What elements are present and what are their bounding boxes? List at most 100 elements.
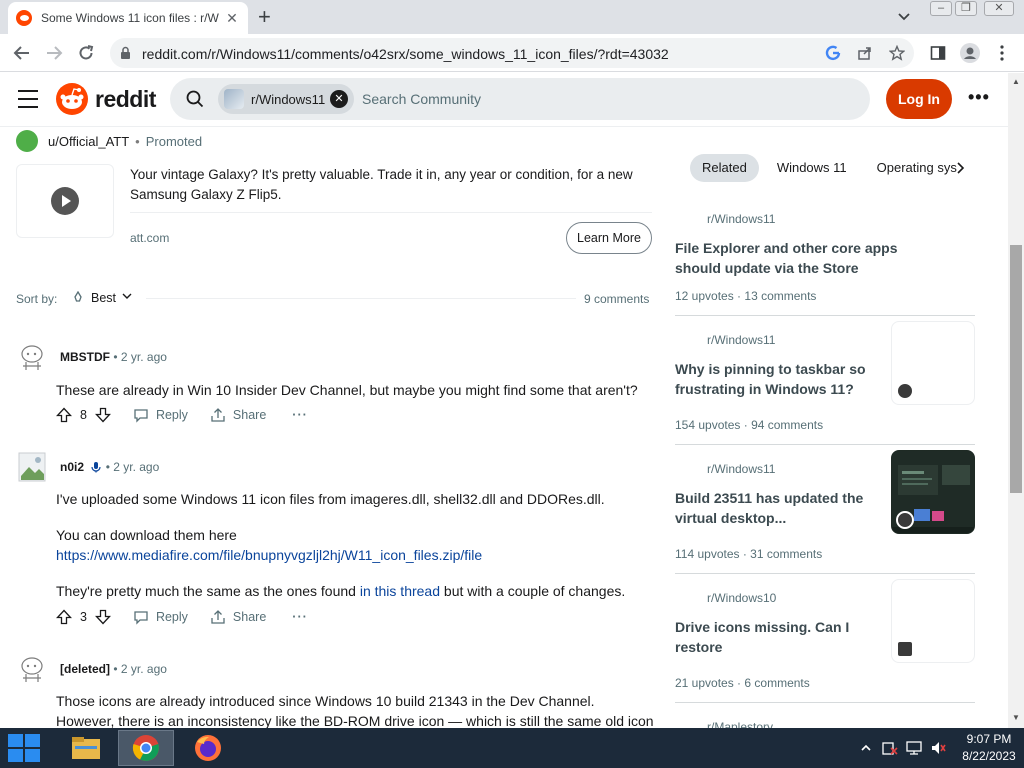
chrome-menu-icon[interactable] [990, 41, 1014, 65]
back-arrow-icon[interactable] [10, 41, 34, 65]
scroll-down-icon[interactable]: ▼ [1012, 713, 1020, 722]
ad-domain[interactable]: att.com [130, 231, 169, 245]
learn-more-button[interactable]: Learn More [566, 222, 652, 254]
comment-avatar-icon[interactable] [18, 452, 46, 482]
browser-tab[interactable]: Some Windows 11 icon files : r/W ✕ [8, 2, 248, 34]
forward-arrow-icon[interactable] [42, 41, 66, 65]
reply-button[interactable]: Reply [133, 609, 188, 625]
page-scrollbar[interactable]: ▲ ▼ [1008, 73, 1024, 729]
network-icon[interactable] [906, 740, 922, 756]
volume-muted-icon[interactable] [930, 740, 946, 756]
comment-timestamp[interactable]: 2 yr. ago [121, 662, 167, 676]
scroll-up-icon[interactable]: ▲ [1012, 77, 1020, 86]
more-options-icon[interactable]: ••• [968, 87, 990, 108]
search-input[interactable]: Search Community [362, 91, 481, 107]
related-post[interactable]: r/Windows11 Build 23511 has updated the … [675, 450, 975, 574]
comment-avatar-snoo-icon[interactable] [18, 342, 46, 372]
close-tab-icon[interactable]: ✕ [224, 10, 240, 27]
side-panel-icon[interactable] [926, 41, 950, 65]
minimize-window-icon[interactable]: – [930, 1, 952, 16]
file-explorer-icon[interactable] [58, 730, 114, 766]
related-post[interactable]: r/Windows11 Why is pinning to taskbar so… [675, 321, 975, 445]
comment-more-icon[interactable]: ··· [292, 610, 308, 624]
mediafire-link[interactable]: https://www.mediafire.com/file/bnupnyvgz… [56, 547, 482, 563]
related-post-thumbnail[interactable] [891, 321, 975, 405]
comment-timestamp[interactable]: 2 yr. ago [113, 460, 159, 474]
profile-icon[interactable] [958, 41, 982, 65]
comment-more-icon[interactable]: ··· [292, 408, 308, 422]
promoted-header: u/Official_ATT • Promoted [16, 130, 202, 152]
related-post[interactable]: r/Maplestory [675, 720, 975, 728]
share-button[interactable]: Share [210, 407, 266, 423]
related-subreddit[interactable]: r/Windows10 [707, 591, 776, 605]
related-post[interactable]: r/Windows11 File Explorer and other core… [675, 212, 975, 316]
comment-timestamp[interactable]: 2 yr. ago [121, 350, 167, 364]
comment-author[interactable]: n0i2 [60, 460, 84, 474]
share-icon[interactable] [856, 44, 874, 62]
advertiser-avatar[interactable] [16, 130, 38, 152]
ad-video-thumbnail[interactable] [16, 164, 114, 238]
related-subreddit[interactable]: r/Windows11 [707, 462, 775, 476]
related-post-title[interactable]: File Explorer and other core apps should… [675, 238, 945, 278]
comment-body-p1: I've uploaded some Windows 11 icon files… [56, 491, 605, 507]
related-subreddit[interactable]: r/Windows11 [707, 212, 775, 226]
chrome-taskbar-icon[interactable] [118, 730, 174, 766]
related-post-title[interactable]: Build 23511 has updated the virtual desk… [675, 488, 875, 528]
share-button[interactable]: Share [210, 609, 266, 625]
browser-toolbar: reddit.com/r/Windows11/comments/o42srx/s… [0, 34, 1024, 72]
url-text[interactable]: reddit.com/r/Windows11/comments/o42srx/s… [142, 46, 669, 62]
new-tab-button[interactable]: + [258, 6, 271, 28]
close-window-icon[interactable]: ✕ [984, 1, 1014, 16]
tab-search-chevron-icon[interactable] [896, 8, 912, 24]
taskbar-clock[interactable]: 9:07 PM 8/22/2023 [956, 731, 1022, 765]
firefox-icon[interactable] [180, 730, 236, 766]
reply-icon [134, 611, 148, 625]
hamburger-menu-icon[interactable] [18, 90, 38, 108]
restore-window-icon[interactable]: ❐ [955, 1, 977, 16]
related-post-title[interactable]: Drive icons missing. Can I restore [675, 617, 875, 657]
related-post[interactable]: r/Windows10 Drive icons missing. Can I r… [675, 579, 975, 703]
chevron-right-icon[interactable] [954, 158, 968, 178]
comment-actions: 3 Reply Share ··· [56, 607, 308, 627]
image-badge-icon [896, 640, 914, 658]
lock-icon[interactable] [120, 46, 131, 59]
tab-related[interactable]: Related [690, 154, 759, 182]
sort-select[interactable]: Best [91, 291, 116, 305]
community-filter-chip[interactable]: r/Windows11 ✕ [218, 84, 354, 114]
separator-dot: • [135, 133, 140, 149]
comment-meta: n0i2 • 2 yr. ago [60, 460, 159, 474]
related-post-stats: 12 upvotes · 13 comments [675, 289, 817, 303]
comment-avatar-snoo-icon[interactable] [18, 654, 46, 684]
advertiser-name[interactable]: u/Official_ATT [48, 134, 129, 149]
reload-icon[interactable] [74, 41, 98, 65]
downvote-icon[interactable] [94, 609, 111, 625]
comment-author[interactable]: MBSTDF [60, 350, 110, 364]
upvote-icon[interactable] [56, 407, 72, 423]
related-subreddit[interactable]: r/Windows11 [707, 333, 775, 347]
related-post-thumbnail[interactable] [891, 579, 975, 663]
downvote-icon[interactable] [94, 407, 111, 423]
windows-start-icon[interactable] [6, 732, 42, 764]
upvote-icon[interactable] [56, 609, 72, 625]
thread-link[interactable]: in this thread [360, 583, 440, 599]
related-subreddit[interactable]: r/Maplestory [707, 720, 773, 728]
google-lens-icon[interactable] [824, 44, 842, 62]
login-button[interactable]: Log In [886, 79, 952, 119]
related-post-thumbnail[interactable] [891, 450, 975, 534]
reply-button[interactable]: Reply [133, 407, 188, 423]
clear-community-icon[interactable]: ✕ [330, 90, 348, 108]
reddit-wordmark[interactable]: reddit [95, 86, 156, 113]
tray-app-icon[interactable] [882, 740, 898, 756]
reddit-logo-icon[interactable] [56, 83, 88, 115]
bookmark-star-icon[interactable] [888, 44, 906, 62]
related-post-title[interactable]: Why is pinning to taskbar so frustrating… [675, 359, 875, 399]
address-bar[interactable]: reddit.com/r/Windows11/comments/o42srx/s… [110, 38, 914, 68]
tab-windows-11[interactable]: Windows 11 [765, 154, 859, 182]
search-bar[interactable]: r/Windows11 ✕ Search Community [170, 78, 870, 120]
chevron-down-icon[interactable] [122, 291, 132, 301]
scrollbar-thumb[interactable] [1010, 245, 1022, 493]
play-icon[interactable] [51, 187, 79, 215]
tray-overflow-chevron-icon[interactable] [858, 740, 874, 756]
related-post-stats: 21 upvotes · 6 comments [675, 676, 810, 690]
rocket-sort-icon[interactable] [72, 291, 84, 303]
